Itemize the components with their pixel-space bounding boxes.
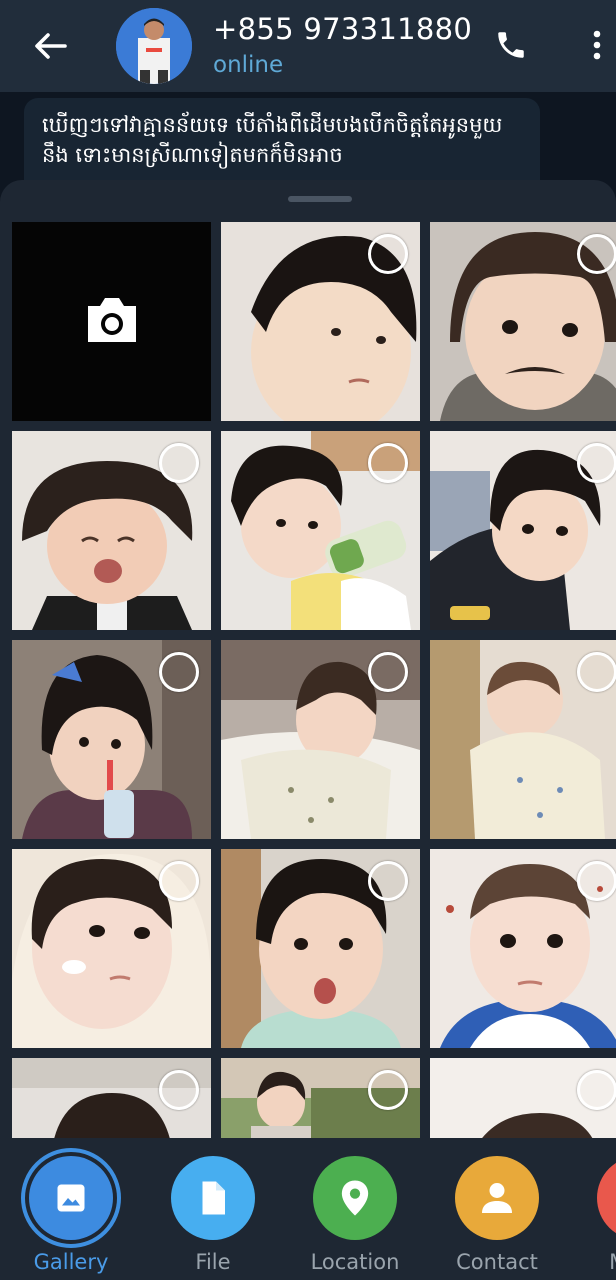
gallery-photo[interactable] xyxy=(12,849,211,1048)
image-icon xyxy=(57,1184,85,1212)
location-circle xyxy=(313,1156,397,1240)
more-vertical-icon xyxy=(593,30,601,60)
avatar[interactable] xyxy=(116,8,192,84)
person-icon xyxy=(482,1183,512,1213)
select-circle[interactable] xyxy=(368,234,408,274)
more-options-button[interactable] xyxy=(580,20,614,70)
gallery-grid xyxy=(12,222,616,1138)
select-circle[interactable] xyxy=(368,652,408,692)
attach-label: Gallery xyxy=(33,1250,109,1274)
attach-gallery-button[interactable]: Gallery xyxy=(11,1148,131,1280)
select-circle[interactable] xyxy=(159,861,199,901)
select-circle[interactable] xyxy=(577,234,616,274)
back-button[interactable] xyxy=(22,22,78,70)
attach-contact-button[interactable]: Contact xyxy=(437,1156,557,1280)
gallery-photo[interactable] xyxy=(12,1058,211,1138)
contact-status: online xyxy=(213,52,284,78)
phone-icon xyxy=(498,32,524,58)
gallery-photo[interactable] xyxy=(12,640,211,839)
attach-label: File xyxy=(195,1250,231,1274)
select-circle[interactable] xyxy=(159,652,199,692)
gallery-photo[interactable] xyxy=(221,1058,420,1138)
gallery-photo[interactable] xyxy=(430,431,616,630)
contact-name[interactable]: +855 973311880 xyxy=(213,12,472,46)
message-text: ឃើញៗទៅវាគ្មានន័យទេ បើតាំងពីដើមបងបើកចិត្ត… xyxy=(42,113,503,167)
file-circle xyxy=(171,1156,255,1240)
gallery-photo[interactable] xyxy=(430,222,616,421)
sheet-drag-handle[interactable] xyxy=(288,196,352,202)
gallery-photo[interactable] xyxy=(221,640,420,839)
chat-header: +855 973311880 online xyxy=(0,0,616,92)
contact-circle xyxy=(455,1156,539,1240)
gallery-photo[interactable] xyxy=(430,1058,616,1138)
select-circle[interactable] xyxy=(368,861,408,901)
gallery-photo[interactable] xyxy=(430,849,616,1048)
select-circle[interactable] xyxy=(159,1070,199,1110)
file-icon xyxy=(202,1181,225,1215)
gallery-photo[interactable] xyxy=(221,849,420,1048)
music-circle xyxy=(597,1156,616,1240)
select-circle[interactable] xyxy=(577,861,616,901)
select-circle[interactable] xyxy=(159,443,199,483)
camera-icon xyxy=(88,298,136,342)
gallery-circle xyxy=(29,1156,113,1240)
location-pin-icon xyxy=(341,1180,369,1216)
attach-file-button[interactable]: File xyxy=(153,1156,273,1280)
camera-tile[interactable] xyxy=(12,222,211,421)
select-circle[interactable] xyxy=(577,652,616,692)
gallery-photo[interactable] xyxy=(430,640,616,839)
call-button[interactable] xyxy=(486,20,536,70)
attach-label: Location xyxy=(310,1250,400,1274)
select-circle[interactable] xyxy=(577,1070,616,1110)
attach-label: Music xyxy=(579,1250,616,1274)
select-circle[interactable] xyxy=(577,443,616,483)
select-circle[interactable] xyxy=(368,1070,408,1110)
attach-music-button[interactable]: Music xyxy=(579,1156,616,1280)
select-circle[interactable] xyxy=(368,443,408,483)
gallery-photo[interactable] xyxy=(221,431,420,630)
gallery-photo[interactable] xyxy=(221,222,420,421)
gallery-photo[interactable] xyxy=(12,431,211,630)
attach-location-button[interactable]: Location xyxy=(295,1156,415,1280)
arrow-back-icon xyxy=(35,33,67,59)
attach-label: Contact xyxy=(456,1250,538,1274)
